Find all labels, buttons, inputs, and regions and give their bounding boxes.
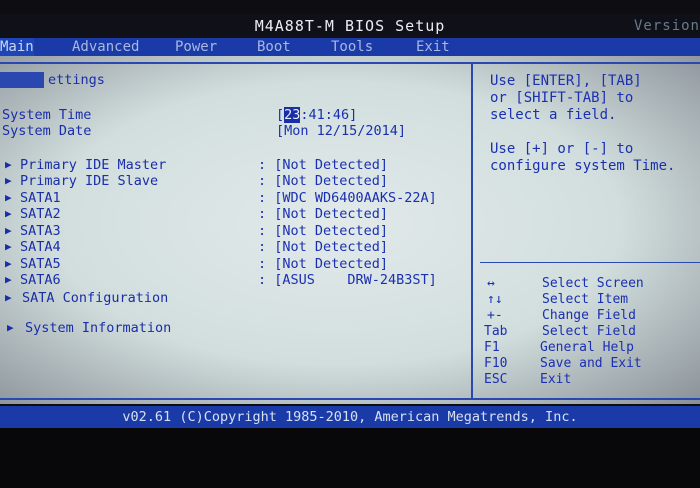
submenu-arrow-icon: ▶ bbox=[5, 158, 12, 171]
device-value-sata1: : [WDC WD6400AAKS-22A] bbox=[258, 190, 437, 206]
submenu-system-information[interactable]: System Information bbox=[25, 320, 171, 336]
submenu-arrow-icon: ▶ bbox=[5, 174, 12, 187]
submenu-arrow-icon: ▶ bbox=[5, 291, 12, 304]
submenu-arrow-icon: ▶ bbox=[5, 257, 12, 270]
submenu-arrow-icon: ▶ bbox=[5, 191, 12, 204]
key-desc-select-screen: Select Screen bbox=[542, 276, 644, 291]
tab-boot[interactable]: Boot bbox=[257, 38, 291, 56]
help-line-6: configure system Time. bbox=[490, 158, 676, 174]
submenu-arrow-icon: ▶ bbox=[5, 240, 12, 253]
key-plus-minus: +- bbox=[487, 308, 503, 323]
key-desc-general-help: General Help bbox=[540, 340, 634, 355]
menu-bar: Main Advanced Power Boot Tools Exit bbox=[0, 38, 700, 56]
key-f1: F1 bbox=[484, 340, 500, 355]
device-value-sata5: : [Not Detected] bbox=[258, 256, 389, 272]
tab-exit[interactable]: Exit bbox=[416, 38, 450, 56]
device-label-sata4[interactable]: SATA4 bbox=[20, 239, 61, 255]
device-label-ide-master[interactable]: Primary IDE Master bbox=[20, 157, 166, 173]
tab-main[interactable]: Main bbox=[0, 38, 34, 56]
device-label-ide-slave[interactable]: Primary IDE Slave bbox=[20, 173, 158, 189]
bios-version-label: Version bbox=[633, 18, 700, 34]
system-time-label: System Time bbox=[2, 107, 92, 123]
device-value-sata4: : [Not Detected] bbox=[258, 239, 389, 255]
device-label-sata6[interactable]: SATA6 bbox=[20, 272, 61, 288]
panel-divider bbox=[471, 62, 473, 400]
section-title-highlight bbox=[0, 72, 44, 88]
key-arrows-lr-icon: ↔ bbox=[487, 276, 495, 291]
device-value-ide-master: : [Not Detected] bbox=[258, 157, 389, 173]
submenu-arrow-icon: ▶ bbox=[5, 224, 12, 237]
help-line-5: Use [+] or [-] to bbox=[490, 141, 634, 157]
system-time-hour[interactable]: 23 bbox=[284, 107, 301, 123]
key-desc-change-field: Change Field bbox=[542, 308, 636, 323]
key-arrows-ud-icon: ↑↓ bbox=[487, 292, 503, 307]
key-desc-select-item: Select Item bbox=[542, 292, 629, 307]
key-f10: F10 bbox=[484, 356, 508, 371]
section-title: ettings bbox=[0, 72, 140, 88]
device-label-sata1[interactable]: SATA1 bbox=[20, 190, 61, 206]
device-value-sata6: : [ASUS DRW-24B3ST] bbox=[258, 272, 437, 288]
section-title-text: ettings bbox=[48, 72, 105, 88]
bios-title: M4A88T-M BIOS Setup bbox=[254, 17, 446, 35]
help-line-1: Use [ENTER], [TAB] bbox=[490, 73, 642, 89]
copyright-footer: v02.61 (C)Copyright 1985-2010, American … bbox=[0, 406, 700, 428]
system-time-rest: :41:46] bbox=[300, 107, 358, 123]
bottom-bezel bbox=[0, 428, 700, 488]
tab-power[interactable]: Power bbox=[175, 38, 217, 56]
submenu-sata-configuration[interactable]: SATA Configuration bbox=[22, 290, 168, 306]
key-desc-save-exit: Save and Exit bbox=[540, 356, 642, 371]
key-desc-select-field: Select Field bbox=[542, 324, 636, 339]
help-separator bbox=[480, 262, 700, 263]
device-value-sata3: : [Not Detected] bbox=[258, 223, 389, 239]
help-line-3: select a field. bbox=[490, 107, 617, 123]
device-label-sata2[interactable]: SATA2 bbox=[20, 206, 61, 222]
system-date-label: System Date bbox=[2, 123, 92, 139]
key-tab: Tab bbox=[484, 324, 508, 339]
device-value-ide-slave: : [Not Detected] bbox=[258, 173, 389, 189]
system-time-field[interactable]: [23:41:46] bbox=[276, 107, 357, 123]
key-desc-exit: Exit bbox=[540, 372, 572, 387]
device-value-sata2: : [Not Detected] bbox=[258, 206, 389, 222]
bios-screen: M4A88T-M BIOS Setup Version Main Advance… bbox=[0, 0, 700, 488]
system-date-field[interactable]: [Mon 12/15/2014] bbox=[276, 123, 406, 139]
device-label-sata3[interactable]: SATA3 bbox=[20, 223, 61, 239]
key-esc: ESC bbox=[484, 372, 508, 387]
tab-tools[interactable]: Tools bbox=[331, 38, 373, 56]
tab-advanced[interactable]: Advanced bbox=[72, 38, 139, 56]
submenu-arrow-icon: ▶ bbox=[5, 207, 12, 220]
title-bar: M4A88T-M BIOS Setup Version bbox=[0, 14, 700, 38]
help-line-2: or [SHIFT-TAB] to bbox=[490, 90, 634, 106]
system-time-open: [ bbox=[276, 107, 285, 123]
submenu-arrow-icon: ▶ bbox=[5, 273, 12, 286]
submenu-arrow-icon: ▶ bbox=[7, 321, 14, 334]
device-label-sata5[interactable]: SATA5 bbox=[20, 256, 61, 272]
